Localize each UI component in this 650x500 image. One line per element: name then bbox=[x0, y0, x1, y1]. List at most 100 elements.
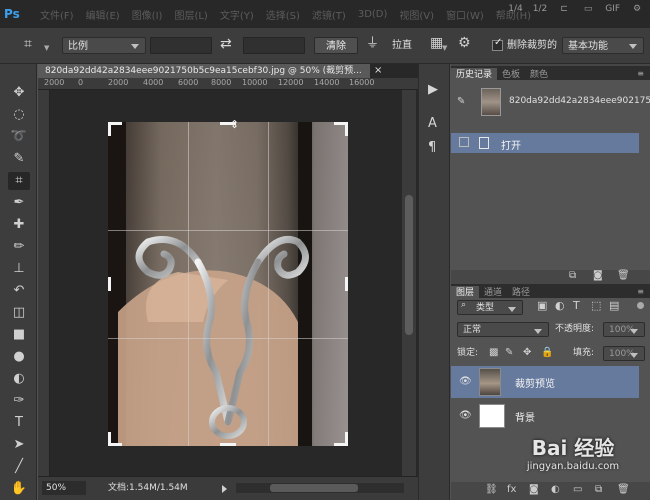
vertical-scroll-thumb[interactable] bbox=[405, 195, 413, 335]
eyedropper-tool-icon[interactable]: ✒ bbox=[8, 194, 30, 212]
opacity-field[interactable]: 100% bbox=[603, 322, 645, 337]
height-field[interactable] bbox=[243, 37, 305, 54]
crop-tool-icon[interactable]: ⌗ bbox=[8, 172, 30, 190]
filter-pixel-icon[interactable]: ▣ bbox=[537, 299, 547, 312]
type-tool-icon[interactable]: T bbox=[8, 414, 30, 432]
ratio-dropdown[interactable]: 比例 bbox=[62, 37, 146, 54]
layer-filter-dropdown[interactable]: 类型 bbox=[457, 300, 523, 315]
eraser-tool-icon[interactable]: ◫ bbox=[8, 304, 30, 322]
new-layer-icon[interactable]: ⧉ bbox=[595, 484, 602, 495]
menu-type[interactable]: 文字(Y) bbox=[220, 7, 254, 22]
blend-mode-dropdown[interactable]: 正常 bbox=[457, 322, 549, 337]
visibility-eye-icon[interactable]: 👁 bbox=[459, 376, 472, 387]
straighten-icon[interactable]: ⏚ bbox=[366, 35, 379, 52]
crop-handle-bottom-right[interactable] bbox=[345, 432, 348, 446]
crop-handle-left[interactable] bbox=[108, 277, 111, 291]
horizontal-scroll-thumb[interactable] bbox=[270, 484, 358, 492]
crop-handle-top-right[interactable] bbox=[345, 122, 348, 136]
clear-button[interactable]: 清除 bbox=[314, 37, 358, 54]
filter-toggle-icon[interactable] bbox=[637, 302, 644, 309]
menu-file[interactable]: 文件(F) bbox=[40, 7, 74, 22]
crop-tool-icon[interactable]: ⌗ bbox=[24, 36, 32, 53]
settings-gear-icon[interactable]: ⚙ bbox=[630, 4, 644, 14]
quick-select-tool-icon[interactable]: ✎ bbox=[8, 150, 30, 168]
crop-handle-top-left[interactable] bbox=[108, 122, 111, 136]
character-panel-icon[interactable]: A bbox=[428, 116, 437, 131]
half-speed-button[interactable]: 1/2 bbox=[533, 4, 547, 14]
move-tool-icon[interactable]: ✥ bbox=[8, 84, 30, 102]
filter-shape-icon[interactable]: ⬚ bbox=[591, 299, 601, 312]
workspace-dropdown[interactable]: 基本功能 bbox=[562, 37, 644, 54]
paragraph-panel-icon[interactable]: ¶ bbox=[428, 140, 436, 155]
history-state-open[interactable]: 打开 bbox=[451, 133, 639, 153]
overlay-arrow-icon[interactable]: ▼ bbox=[442, 40, 447, 57]
history-state-checkbox[interactable] bbox=[459, 137, 469, 147]
adjustment-layer-icon[interactable]: ◐ bbox=[551, 484, 560, 495]
menu-select[interactable]: 选择(S) bbox=[266, 7, 300, 22]
lasso-tool-icon[interactable]: ➰ bbox=[8, 128, 30, 146]
layer-style-fx-icon[interactable]: fx bbox=[507, 484, 516, 495]
healing-brush-tool-icon[interactable]: ✚ bbox=[8, 216, 30, 234]
swap-icon[interactable]: ⇄ bbox=[220, 36, 232, 53]
gif-button[interactable]: GIF bbox=[605, 4, 620, 14]
panel-menu-icon[interactable]: ≡ bbox=[637, 287, 644, 296]
menu-filter[interactable]: 滤镜(T) bbox=[312, 7, 346, 22]
menu-3d[interactable]: 3D(D) bbox=[358, 9, 388, 20]
layer-crop-preview[interactable]: 👁 裁剪预览 bbox=[451, 366, 639, 398]
lock-all-icon[interactable]: 🔒 bbox=[541, 347, 553, 358]
menu-layer[interactable]: 图层(L) bbox=[174, 7, 207, 22]
gradient-tool-icon[interactable]: ■ bbox=[8, 326, 30, 344]
crop-frame-icon[interactable]: ⊏ bbox=[557, 4, 571, 14]
crop-handle-bottom-left[interactable] bbox=[108, 432, 111, 446]
close-tab-icon[interactable]: × bbox=[374, 65, 382, 76]
lock-pixels-icon[interactable]: ✎ bbox=[505, 347, 513, 358]
menu-edit[interactable]: 编辑(E) bbox=[86, 7, 120, 22]
preset-arrow-icon[interactable]: ▼ bbox=[44, 40, 49, 57]
play-action-icon[interactable]: ▶ bbox=[428, 82, 438, 97]
new-group-icon[interactable]: ▭ bbox=[573, 484, 582, 495]
horizontal-scrollbar[interactable] bbox=[236, 483, 404, 493]
dodge-tool-icon[interactable]: ◐ bbox=[8, 370, 30, 388]
filter-smart-object-icon[interactable]: ▤ bbox=[609, 299, 619, 312]
trash-icon[interactable]: 🗑 bbox=[617, 270, 630, 281]
crop-handle-right[interactable] bbox=[345, 277, 348, 291]
snapshot-camera-icon[interactable]: ◙ bbox=[593, 270, 603, 281]
status-menu-arrow-icon[interactable] bbox=[222, 485, 227, 493]
brush-tool-icon[interactable]: ✏ bbox=[8, 238, 30, 256]
fill-field[interactable]: 100% bbox=[603, 346, 645, 361]
add-mask-icon[interactable]: ◙ bbox=[529, 484, 539, 495]
history-brush-tool-icon[interactable]: ↶ bbox=[8, 282, 30, 300]
path-select-tool-icon[interactable]: ➤ bbox=[8, 436, 30, 454]
new-document-from-state-icon[interactable]: ⧉ bbox=[569, 270, 576, 281]
crop-handle-bottom[interactable] bbox=[220, 443, 236, 446]
straighten-button[interactable]: 拉直 bbox=[392, 37, 412, 54]
lock-transparency-icon[interactable]: ▩ bbox=[489, 347, 498, 358]
width-field[interactable] bbox=[150, 37, 212, 54]
history-brush-source-icon[interactable]: ✎ bbox=[457, 96, 465, 107]
filter-type-icon[interactable]: T bbox=[573, 299, 580, 312]
history-snapshot[interactable]: ✎ 820da92dd42a2834eee902175... bbox=[451, 88, 650, 118]
menu-window[interactable]: 窗口(W) bbox=[446, 7, 484, 22]
hand-tool-icon[interactable]: ✋ bbox=[8, 480, 30, 498]
zoom-field[interactable]: 50% bbox=[42, 481, 86, 495]
menu-view[interactable]: 视图(V) bbox=[399, 7, 434, 22]
delete-cropped-checkbox[interactable] bbox=[492, 37, 503, 51]
panel-menu-icon[interactable]: ≡ bbox=[637, 69, 644, 78]
lock-position-icon[interactable]: ✥ bbox=[523, 347, 531, 358]
layer-background[interactable]: 👁 背景 bbox=[451, 400, 639, 432]
document-tab[interactable]: 820da92dd42a2834eee9021750b5c9ea15cebf30… bbox=[38, 64, 370, 78]
quarter-speed-button[interactable]: 1/4 bbox=[508, 4, 522, 14]
line-tool-icon[interactable]: ╱ bbox=[8, 458, 30, 476]
screen-icon[interactable]: ▭ bbox=[581, 4, 595, 14]
marquee-tool-icon[interactable]: ◌ bbox=[8, 106, 30, 124]
filter-adjustment-icon[interactable]: ◐ bbox=[555, 299, 565, 312]
blur-tool-icon[interactable]: ● bbox=[8, 348, 30, 366]
pen-tool-icon[interactable]: ✑ bbox=[8, 392, 30, 410]
link-layers-icon[interactable]: ⛓ bbox=[485, 484, 498, 495]
crop-settings-gear-icon[interactable]: ⚙ bbox=[458, 35, 471, 52]
menu-image[interactable]: 图像(I) bbox=[132, 7, 163, 22]
clone-stamp-tool-icon[interactable]: ⊥ bbox=[8, 260, 30, 278]
trash-icon[interactable]: 🗑 bbox=[617, 484, 630, 495]
crop-preview-image[interactable] bbox=[108, 122, 348, 446]
visibility-eye-icon[interactable]: 👁 bbox=[459, 410, 472, 421]
